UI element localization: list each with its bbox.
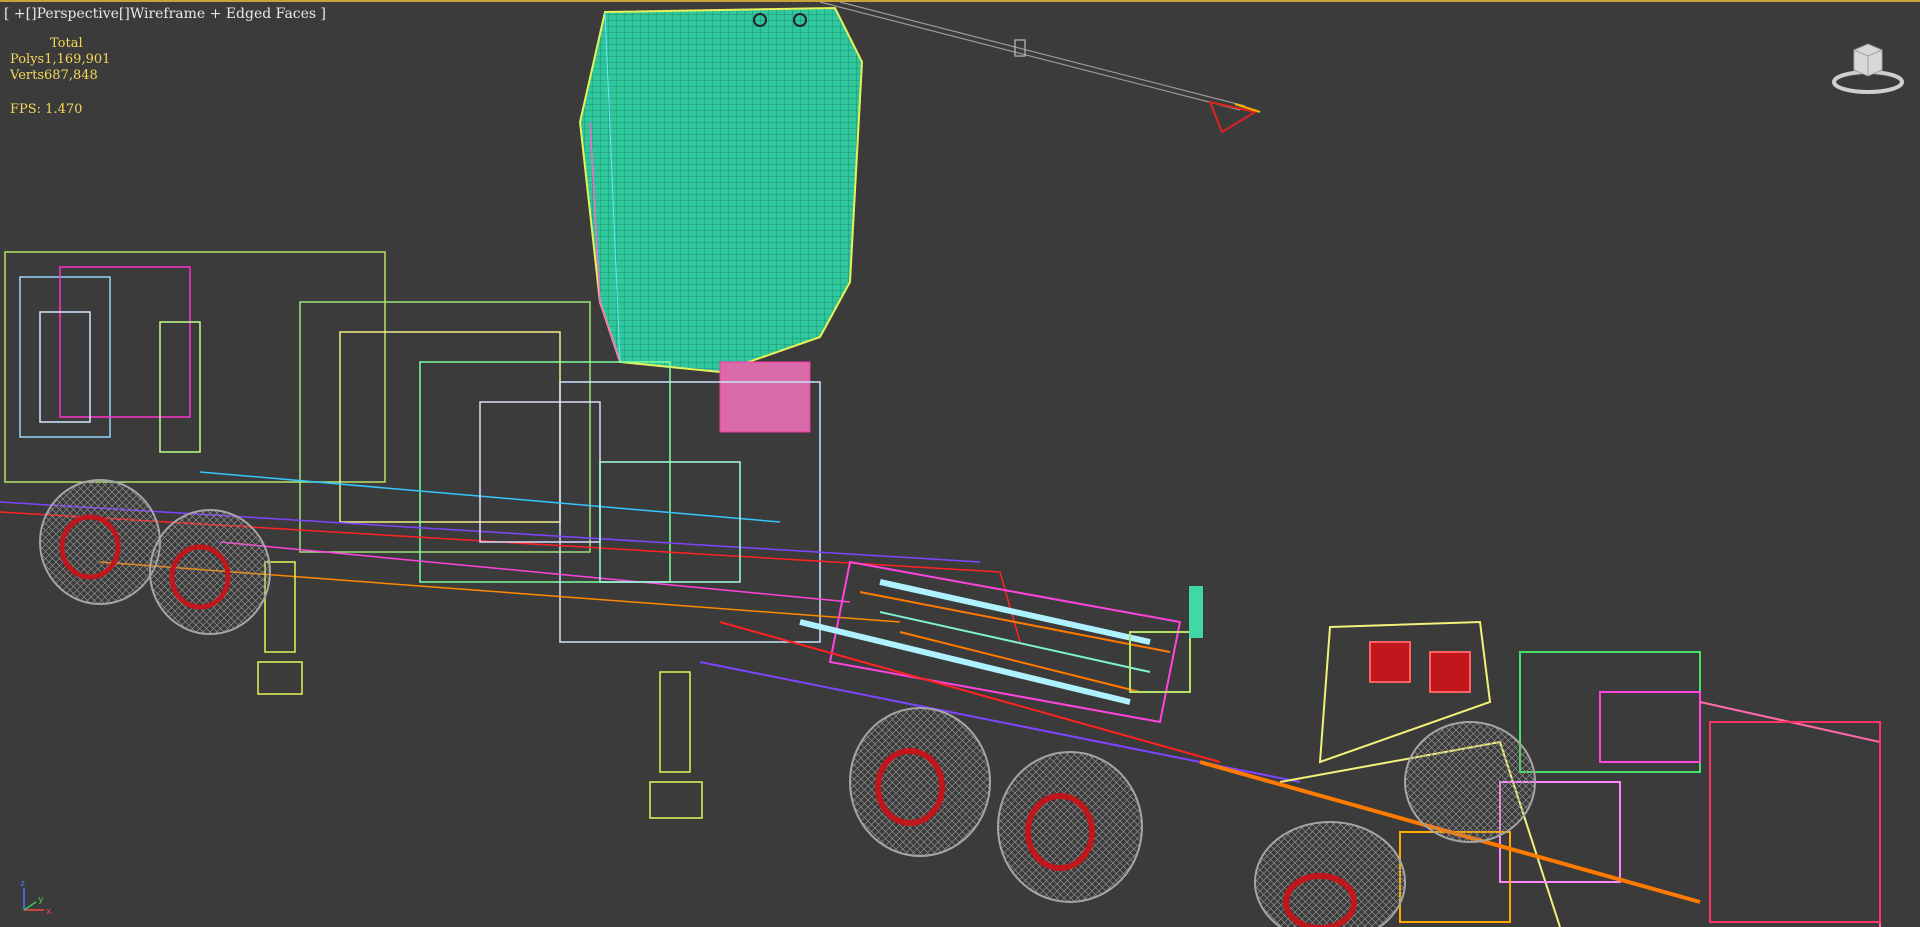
wheels [39,479,1536,927]
viewport-label-menu[interactable]: [ +[]Perspective[]Wireframe + Edged Face… [4,6,326,22]
axis-z-label: z [20,879,25,889]
fps-counter: FPS: 1.470 [10,102,83,117]
stats-polys-label: Polys [10,52,45,67]
stats-verts-row: Verts687,848 [10,68,110,84]
wheel [997,751,1143,903]
viewcube-icon[interactable] [1830,36,1906,96]
stats-verts-value: 687,848 [44,68,98,83]
outrigger-jacks [257,561,703,819]
scene-statistics: Total Polys1,169,901 Verts687,848 [10,36,110,84]
crane-boom [819,2,1261,134]
axis-y-label: y [38,895,44,905]
wheel [149,509,271,635]
stats-polys-value: 1,169,901 [44,52,111,67]
viewport-perspective[interactable]: [ +[]Perspective[]Wireframe + Edged Face… [0,0,1920,927]
axis-tripod-icon: z x y [20,879,52,917]
wheel [39,479,161,605]
stats-polys-row: Polys1,169,901 [10,52,110,68]
radar-antenna-panel [578,6,864,433]
stats-verts-label: Verts [10,68,44,83]
wheel [1254,821,1406,927]
trailer-bed [699,560,1301,783]
wireframe-scene[interactable] [0,2,1920,927]
stats-total-label: Total [50,36,83,51]
wheel [1404,721,1536,843]
wheel [849,707,991,857]
axis-x-label: x [46,907,52,917]
